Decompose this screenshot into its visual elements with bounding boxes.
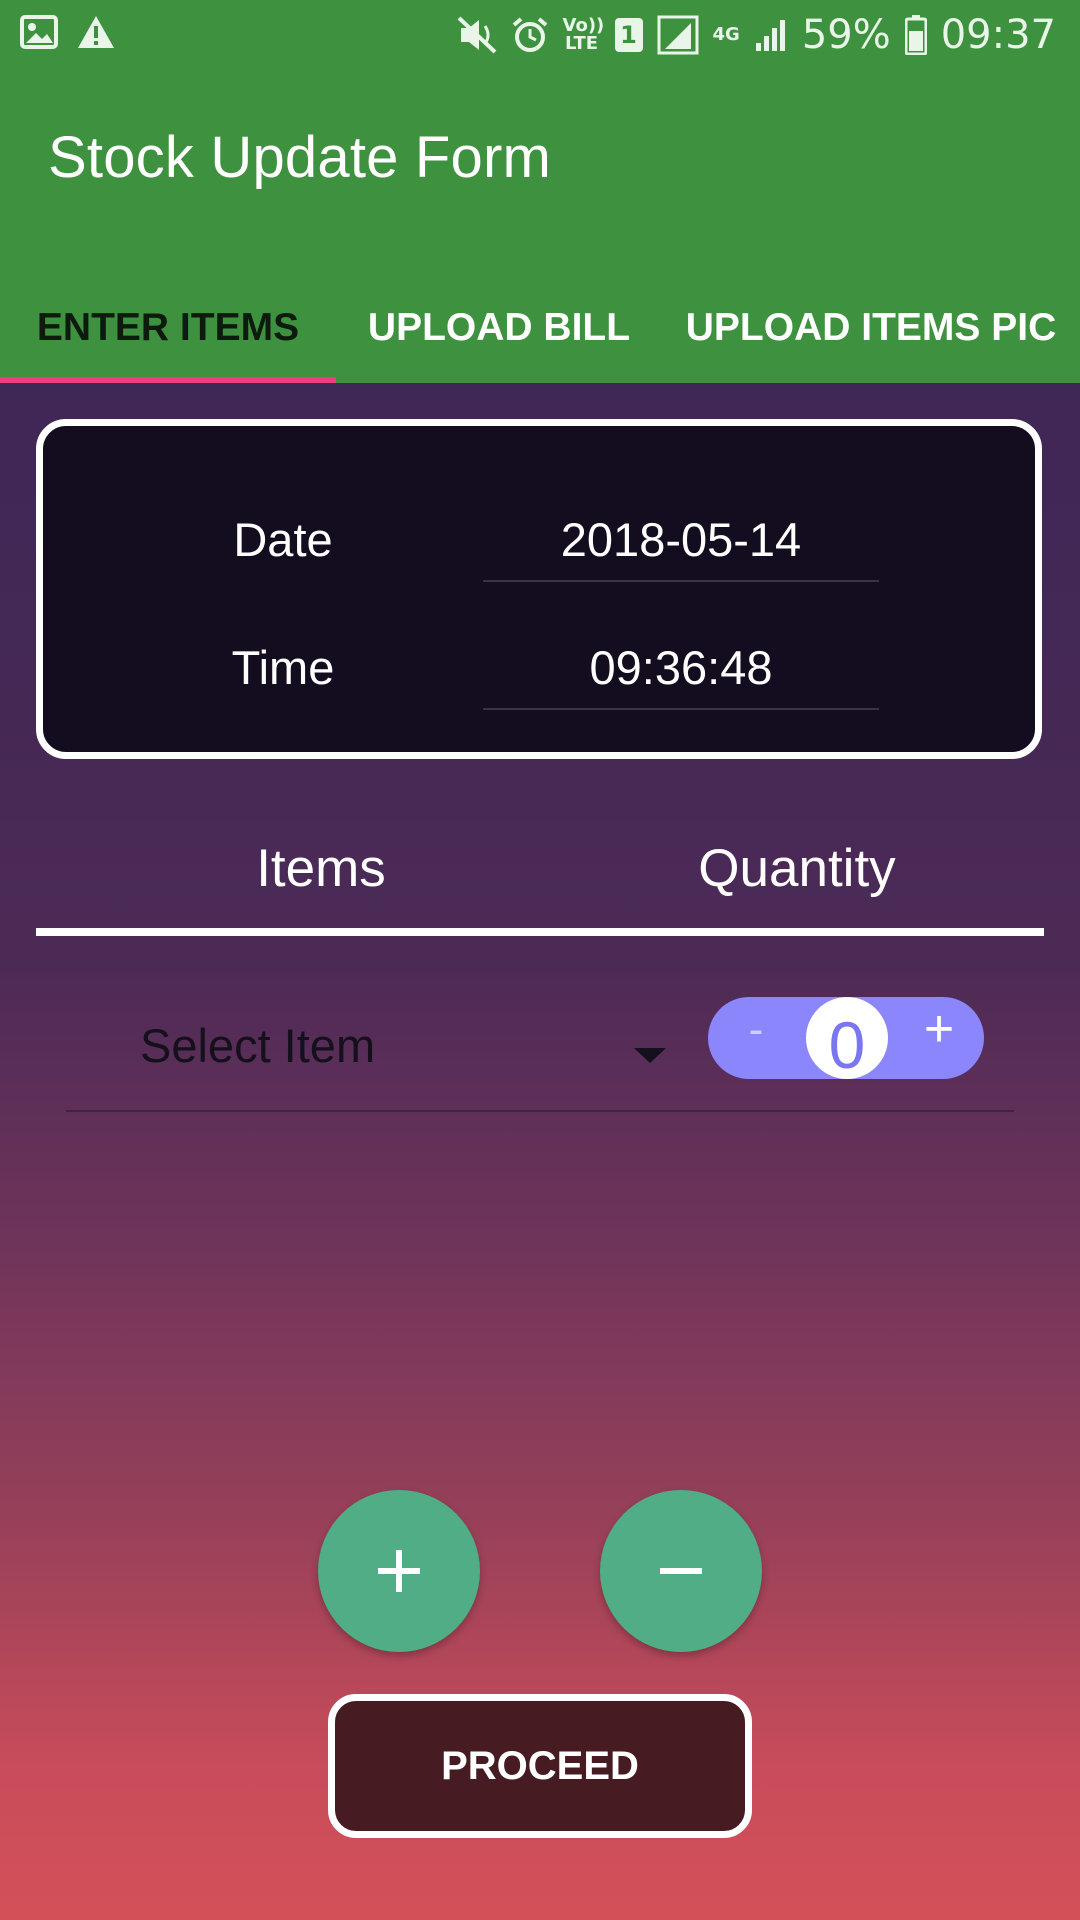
tab-upload-bill[interactable]: UPLOAD BILL [336,272,662,383]
date-underline [483,580,879,582]
tab-indicator [0,377,336,383]
item-select-value: Select Item [140,1019,376,1072]
stepper-value: 0 [806,997,888,1079]
minus-icon [660,1568,702,1574]
items-column-header: Items [256,839,386,898]
battery-percent: 59% [801,12,891,58]
time-label: Time [231,641,335,694]
image-icon [20,15,58,49]
stepper-increment-button[interactable]: + [908,999,970,1071]
tab-upload-items-pic[interactable]: UPLOAD ITEMS PIC [662,272,1080,383]
add-row-button[interactable] [318,1490,480,1652]
mute-icon [457,16,497,54]
date-label: Date [233,513,333,566]
signal-bars-icon [754,17,788,53]
remove-row-button[interactable] [600,1490,762,1652]
row-divider [66,1110,1014,1112]
time-field[interactable]: 09:36:48 [483,640,879,695]
plus-icon [378,1550,420,1592]
battery-icon [904,15,927,55]
quantity-column-header: Quantity [698,839,896,898]
list-item: Select Item - 0 + [66,990,1014,1112]
dropdown-arrow-icon [634,1048,666,1063]
clock: 09:37 [940,12,1056,58]
tab-enter-items[interactable]: ENTER ITEMS [0,272,336,383]
status-bar: Vo)) LTE 1 4G 59% 09:37 [0,0,1080,75]
date-field[interactable]: 2018-05-14 [483,512,879,567]
proceed-button[interactable]: PROCEED [328,1694,752,1838]
item-select-dropdown[interactable]: Select Item [140,1010,670,1088]
volte-icon: Vo)) LTE [562,15,605,54]
quantity-stepper: - 0 + [708,997,984,1079]
datetime-card: Date 2018-05-14 Time 09:36:48 [36,419,1042,759]
tab-bar: ENTER ITEMS UPLOAD BILL UPLOAD ITEMS PIC [0,272,1080,383]
app-bar: Vo)) LTE 1 4G 59% 09:37 Stock Update For… [0,0,1080,383]
signal-icon [657,15,699,55]
list-header: Items Quantity [36,820,1044,936]
stepper-decrement-button[interactable]: - [730,1005,782,1065]
warning-icon [76,14,116,50]
time-row: Time 09:36:48 [43,624,1035,714]
header-divider [36,928,1044,936]
sim-icon: 1 [614,18,643,52]
4g-icon: 4G [712,24,740,45]
page-title: Stock Update Form [48,125,552,190]
alarm-icon [511,16,549,54]
date-row: Date 2018-05-14 [43,496,1035,586]
time-underline [483,708,879,710]
